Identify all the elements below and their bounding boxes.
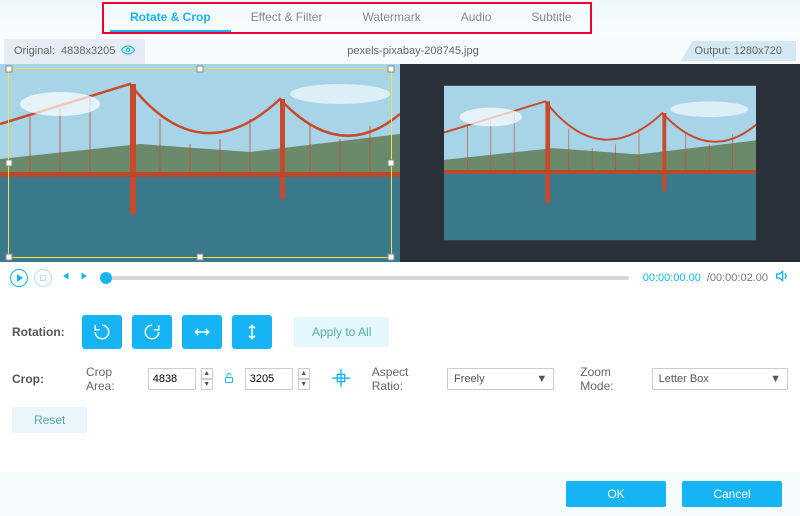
crop-height-input[interactable] [245,368,293,390]
crop-handle-se[interactable] [388,254,395,261]
crop-height-up[interactable]: ▲ [298,368,310,379]
crop-handle-nw[interactable] [6,65,13,72]
crop-label: Crop: [12,372,80,386]
tab-audio[interactable]: Audio [441,6,512,32]
time-duration: /00:00:02.00 [707,272,768,284]
crop-handle-e[interactable] [388,160,395,167]
output-label: Output: [695,45,731,57]
crop-row: Crop: Crop Area: ▲▼ ▲▼ Aspect Ratio: Fre… [0,361,800,397]
aspect-ratio-label: Aspect Ratio: [372,365,441,393]
chevron-down-icon: ▼ [770,373,781,385]
output-preview [400,64,800,262]
flip-vertical-button[interactable] [232,315,272,349]
next-frame-button[interactable] [78,269,92,286]
rotate-left-button[interactable] [82,315,122,349]
tab-effect-filter[interactable]: Effect & Filter [231,6,343,32]
output-dimensions-pill: Output: 1280x720 [681,41,796,61]
header-bar: Original: 4838x3205 pexels-pixabay-20874… [0,38,800,64]
timeline-controls: 00:00:00.00 /00:00:02.00 [0,262,800,293]
crop-area-label: Crop Area: [86,365,142,393]
play-button[interactable] [10,269,28,287]
rotation-label: Rotation: [12,325,82,339]
zoom-mode-value: Letter Box [659,373,709,385]
apply-to-all-button[interactable]: Apply to All [294,317,389,347]
original-dims: 4838x3205 [61,45,115,57]
footer-bar: OK Cancel [0,472,800,516]
chevron-down-icon: ▼ [536,373,547,385]
center-crop-icon[interactable] [330,367,352,392]
time-current: 00:00:00.00 [643,272,701,284]
crop-height-down[interactable]: ▼ [298,379,310,390]
tab-watermark[interactable]: Watermark [342,6,440,32]
zoom-mode-select[interactable]: Letter Box ▼ [652,368,788,390]
rotate-right-button[interactable] [132,315,172,349]
tab-subtitle[interactable]: Subtitle [511,6,591,32]
crop-width-down[interactable]: ▼ [201,379,213,390]
ok-button[interactable]: OK [566,481,666,507]
crop-handle-sw[interactable] [6,254,13,261]
timeline-slider[interactable] [106,276,629,280]
crop-width-up[interactable]: ▲ [201,368,213,379]
crop-width-input[interactable] [148,368,196,390]
flip-horizontal-button[interactable] [182,315,222,349]
timeline-thumb[interactable] [100,272,112,284]
stop-button[interactable] [34,269,52,287]
zoom-mode-label: Zoom Mode: [580,365,645,393]
eye-icon[interactable] [121,43,135,60]
aspect-ratio-value: Freely [454,373,485,385]
prev-frame-button[interactable] [58,269,72,286]
cancel-button[interactable]: Cancel [682,481,782,507]
crop-handle-s[interactable] [197,254,204,261]
rotation-row: Rotation: Apply to All [0,309,800,355]
filename-label: pexels-pixabay-208745.jpg [145,45,680,57]
crop-handle-ne[interactable] [388,65,395,72]
tab-bar: Rotate & Crop Effect & Filter Watermark … [0,0,800,32]
original-label: Original: [14,45,55,57]
crop-handle-n[interactable] [197,65,204,72]
volume-icon[interactable] [774,268,790,287]
tab-rotate-crop[interactable]: Rotate & Crop [110,6,231,32]
lock-aspect-icon[interactable] [223,371,235,388]
crop-rectangle[interactable] [8,68,392,258]
reset-button[interactable]: Reset [12,407,87,433]
aspect-ratio-select[interactable]: Freely ▼ [447,368,554,390]
original-preview[interactable] [0,64,400,262]
original-dimensions-pill: Original: 4838x3205 [4,39,145,64]
output-dims: 1280x720 [734,45,782,57]
crop-handle-w[interactable] [6,160,13,167]
